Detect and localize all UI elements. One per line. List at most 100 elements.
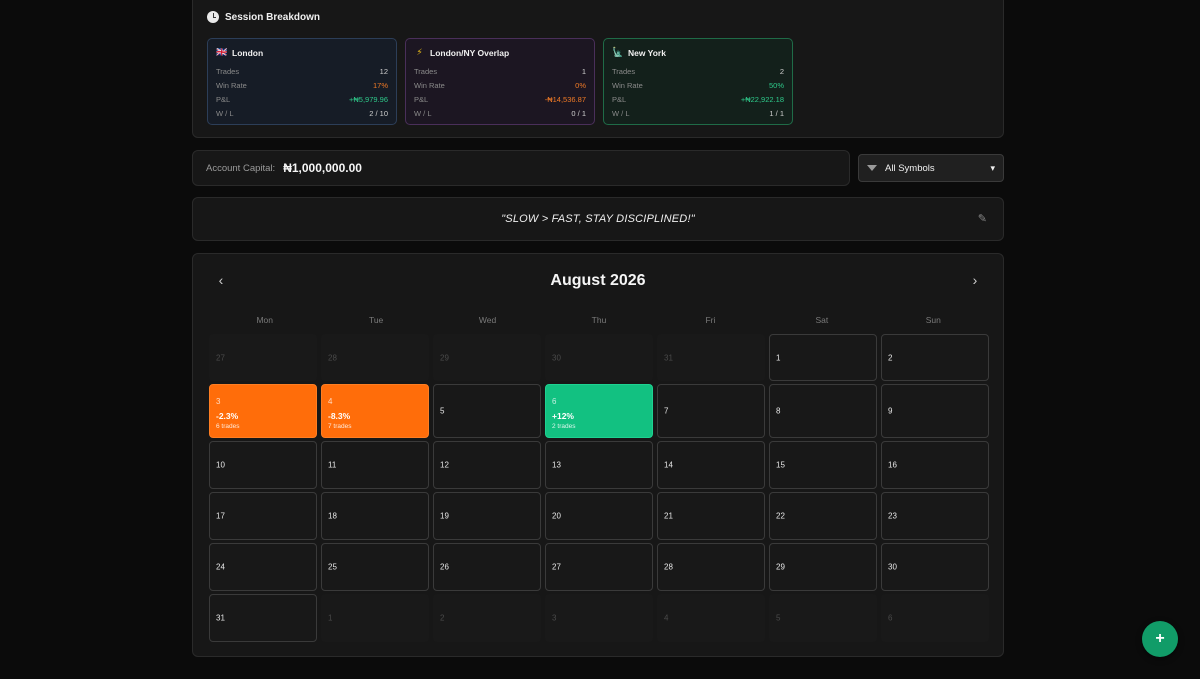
win-rate-value: 17% <box>372 80 388 90</box>
day-number: 2 <box>888 353 893 362</box>
calendar-day-cell[interactable]: 9 <box>881 384 989 438</box>
account-capital-panel: Account Capital: ₦1,000,000.00 <box>192 150 850 186</box>
day-number: 16 <box>888 460 897 470</box>
pnl-label: P&L <box>216 94 231 104</box>
day-number: 25 <box>328 562 337 572</box>
wl-label: W / L <box>612 108 630 118</box>
calendar-day-cell[interactable]: 24 <box>209 543 317 591</box>
account-capital-label: Account Capital: <box>206 162 276 174</box>
calendar-day-cell[interactable]: 13 <box>545 441 653 489</box>
calendar-grid: 27 28 29 30 31 1 2 3 -2.3% 6 trades 4 -8.3% 7 trades… <box>209 334 989 642</box>
weekday-label: Sat <box>815 315 829 325</box>
day-number: 30 <box>552 353 561 362</box>
weekday-label: Wed <box>478 315 497 325</box>
trades-label: Trades <box>414 66 438 76</box>
calendar-day-cell[interactable]: 26 <box>433 543 541 591</box>
calendar-day-cell[interactable]: 14 <box>657 441 765 489</box>
day-number: 27 <box>216 353 225 362</box>
calendar-day-cell[interactable]: 27 <box>545 543 653 591</box>
calendar-day-cell[interactable]: 12 <box>433 441 541 489</box>
day-pnl-percent: -2.3% <box>216 411 239 421</box>
day-number: 6 <box>888 613 893 623</box>
calendar-day-cell[interactable]: 23 <box>881 492 989 540</box>
day-number: 15 <box>776 460 785 470</box>
calendar-day-cell[interactable]: 25 <box>321 543 429 591</box>
day-trade-count: 6 trades <box>216 423 240 430</box>
day-number: 3 <box>552 613 557 623</box>
calendar-day-cell: 30 <box>545 334 653 381</box>
calendar-day-cell[interactable]: 20 <box>545 492 653 540</box>
calendar-day-cell[interactable]: 30 <box>881 543 989 591</box>
symbol-filter-value: All Symbols <box>885 162 935 174</box>
day-number: 30 <box>888 562 897 572</box>
day-pnl-percent: -8.3% <box>328 411 351 421</box>
wl-label: W / L <box>216 108 234 118</box>
session-name: London <box>232 47 264 58</box>
day-number: 18 <box>328 511 337 521</box>
calendar-day-cell[interactable]: 18 <box>321 492 429 540</box>
calendar-day-cell[interactable]: 21 <box>657 492 765 540</box>
calendar-day-cell: 28 <box>321 334 429 381</box>
day-number: 12 <box>440 460 449 470</box>
calendar-day-cell[interactable]: 1 <box>769 334 877 381</box>
calendar-day-cell[interactable]: 2 <box>881 334 989 381</box>
calendar-day-cell[interactable]: 16 <box>881 441 989 489</box>
next-month-button[interactable]: › <box>965 272 985 288</box>
calendar-day-cell[interactable]: 11 <box>321 441 429 489</box>
day-number: 23 <box>888 511 897 521</box>
weekday-label: Sun <box>925 315 941 325</box>
calendar-day-cell: 4 <box>657 594 765 642</box>
calendar-day-cell[interactable]: 22 <box>769 492 877 540</box>
calendar-day-cell[interactable]: 28 <box>657 543 765 591</box>
day-number: 27 <box>552 562 561 572</box>
day-number: 17 <box>216 511 225 521</box>
day-number: 8 <box>776 406 781 416</box>
day-number: 29 <box>776 562 785 572</box>
trades-label: Trades <box>612 66 636 76</box>
pnl-label: P&L <box>414 94 429 104</box>
calendar-day-cell[interactable]: 5 <box>433 384 541 438</box>
uk-flag-icon: 🇬🇧 <box>216 47 228 57</box>
calendar-day-cell[interactable]: 29 <box>769 543 877 591</box>
edit-icon[interactable]: ✎ <box>978 212 987 225</box>
trades-value: 2 <box>779 66 784 76</box>
calendar-day-cell[interactable]: 31 <box>209 594 317 642</box>
session-breakdown-panel: Session Breakdown 🇬🇧 London Trades 12 Win… <box>192 0 1004 138</box>
calendar-day-cell[interactable]: 3 -2.3% 6 trades <box>209 384 317 438</box>
calendar-day-cell: 5 <box>769 594 877 642</box>
session-breakdown-header: Session Breakdown <box>207 11 320 23</box>
calendar-day-cell[interactable]: 19 <box>433 492 541 540</box>
statue-of-liberty-icon: 🗽 <box>612 47 624 57</box>
calendar-day-cell[interactable]: 17 <box>209 492 317 540</box>
day-number: 2 <box>440 613 445 623</box>
calendar-day-cell[interactable]: 10 <box>209 441 317 489</box>
trades-value: 12 <box>379 66 388 76</box>
add-trade-button[interactable]: + <box>1142 621 1178 657</box>
day-number: 31 <box>664 353 673 362</box>
session-breakdown-title: Session Breakdown <box>225 11 321 23</box>
calendar-day-cell[interactable]: 8 <box>769 384 877 438</box>
day-number: 4 <box>664 613 669 623</box>
session-card-overlap: ⚡ London/NY Overlap Trades 1 Win Rate 0% P… <box>405 38 595 125</box>
calendar-day-cell[interactable]: 7 <box>657 384 765 438</box>
win-rate-value: 0% <box>575 80 586 90</box>
session-name: New York <box>628 47 666 58</box>
symbol-filter-select[interactable]: All Symbols ▾ <box>858 154 1004 182</box>
calendar-day-cell[interactable]: 4 -8.3% 7 trades <box>321 384 429 438</box>
calendar-day-cell: 27 <box>209 334 317 381</box>
day-number: 14 <box>664 460 673 470</box>
day-number: 1 <box>328 613 333 623</box>
calendar-day-cell: 1 <box>321 594 429 642</box>
calendar-day-cell[interactable]: 15 <box>769 441 877 489</box>
calendar-day-cell[interactable]: 6 +12% 2 trades <box>545 384 653 438</box>
lightning-icon: ⚡ <box>416 47 423 57</box>
day-number: 5 <box>440 406 445 416</box>
day-trade-count: 7 trades <box>328 423 352 430</box>
day-number: 11 <box>328 460 337 470</box>
day-number: 26 <box>440 562 449 572</box>
weekday-header: Mon Tue Wed Thu Fri Sat Sun <box>209 315 989 325</box>
day-number: 6 <box>552 397 557 406</box>
calendar-day-cell: 29 <box>433 334 541 381</box>
pnl-value: -₦14,536.87 <box>544 94 586 104</box>
chevron-down-icon: ▾ <box>990 162 995 173</box>
